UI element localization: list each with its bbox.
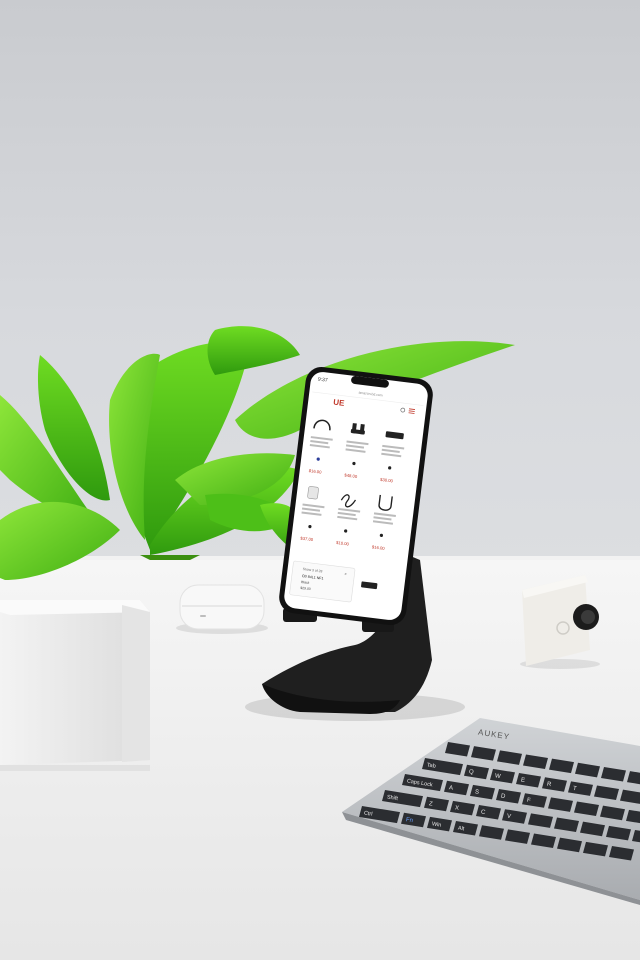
desk-scene-photo: Tab Q W E R T Caps Lock A S D F Shift Z X C V Ctrl Fn Win A…: [0, 0, 640, 960]
earbuds-case: [176, 584, 268, 634]
phone-stand: [245, 555, 465, 721]
white-box: [0, 600, 150, 771]
plant-leaf: [207, 326, 300, 375]
scene-illustration: TabQWERTCaps LockASDFShiftZXCVCtrlFnWinA…: [0, 326, 640, 905]
keyboard: TabQWERTCaps LockASDFShiftZXCVCtrlFnWinA…: [342, 718, 640, 905]
key-label: Fn: [405, 817, 413, 824]
plant: [0, 326, 515, 580]
plant-leaf: [0, 501, 120, 580]
action-camera: [520, 575, 600, 669]
